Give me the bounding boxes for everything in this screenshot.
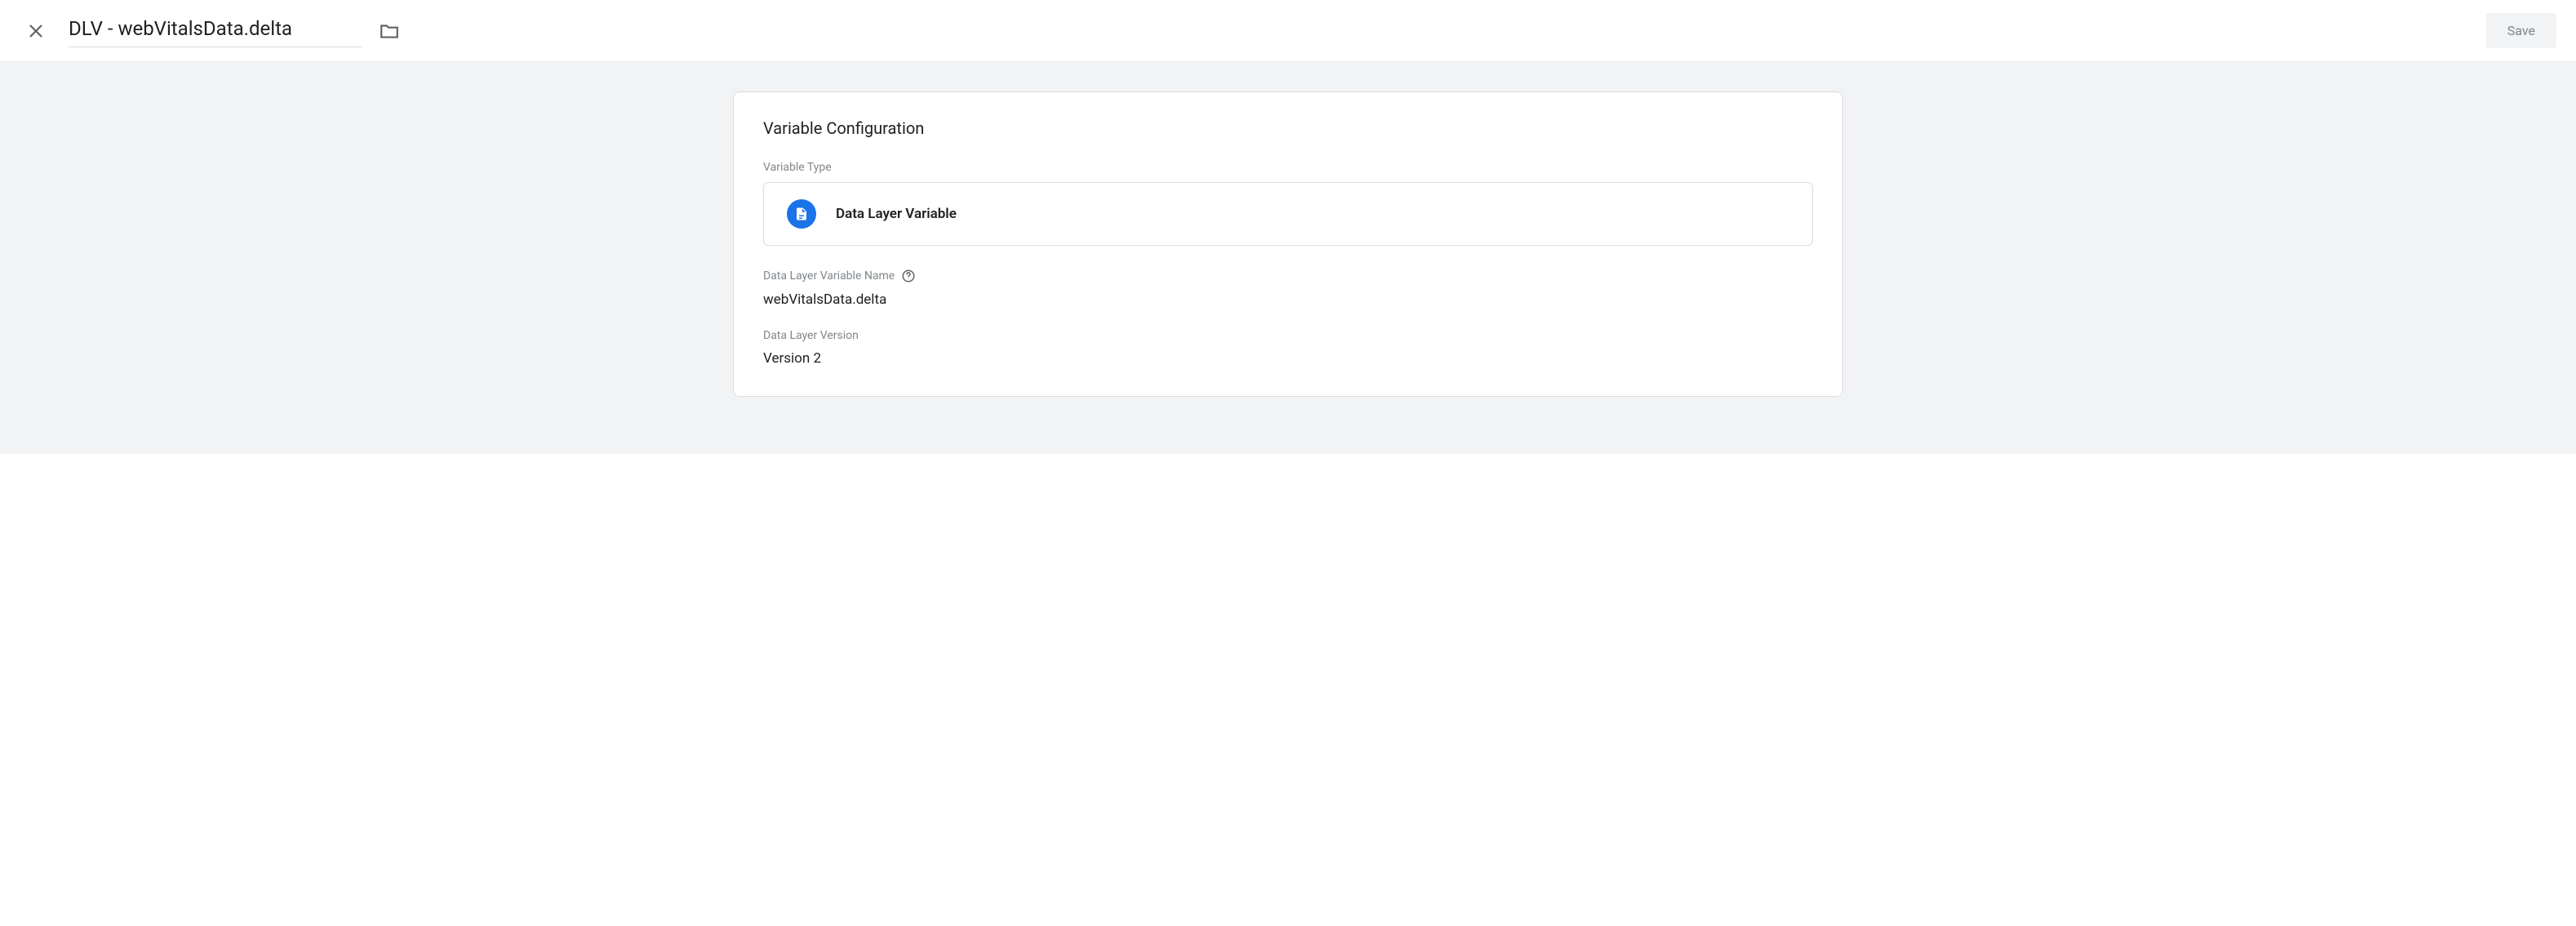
content-area: Variable Configuration Variable Type Dat…: [0, 62, 2576, 454]
data-layer-variable-icon: [787, 199, 816, 229]
dlv-name-label-text: Data Layer Variable Name: [763, 269, 895, 283]
variable-type-name: Data Layer Variable: [836, 206, 957, 222]
header-bar: Save: [0, 0, 2576, 62]
config-card: Variable Configuration Variable Type Dat…: [733, 91, 1843, 397]
save-button[interactable]: Save: [2486, 13, 2556, 48]
dlv-version-value: Version 2: [763, 350, 1813, 367]
dlv-version-label: Data Layer Version: [763, 329, 1813, 342]
help-icon[interactable]: [901, 269, 916, 283]
card-title: Variable Configuration: [763, 118, 1813, 138]
dlv-name-value: webVitalsData.delta: [763, 292, 1813, 308]
dlv-name-label: Data Layer Variable Name: [763, 269, 1813, 283]
folder-button[interactable]: [375, 17, 403, 45]
variable-name-input[interactable]: [69, 14, 362, 47]
variable-type-label: Variable Type: [763, 161, 1813, 174]
close-button[interactable]: [20, 15, 52, 47]
close-icon: [26, 21, 46, 41]
variable-type-selector[interactable]: Data Layer Variable: [763, 182, 1813, 246]
folder-icon: [379, 20, 400, 42]
title-wrap: [69, 14, 2470, 47]
